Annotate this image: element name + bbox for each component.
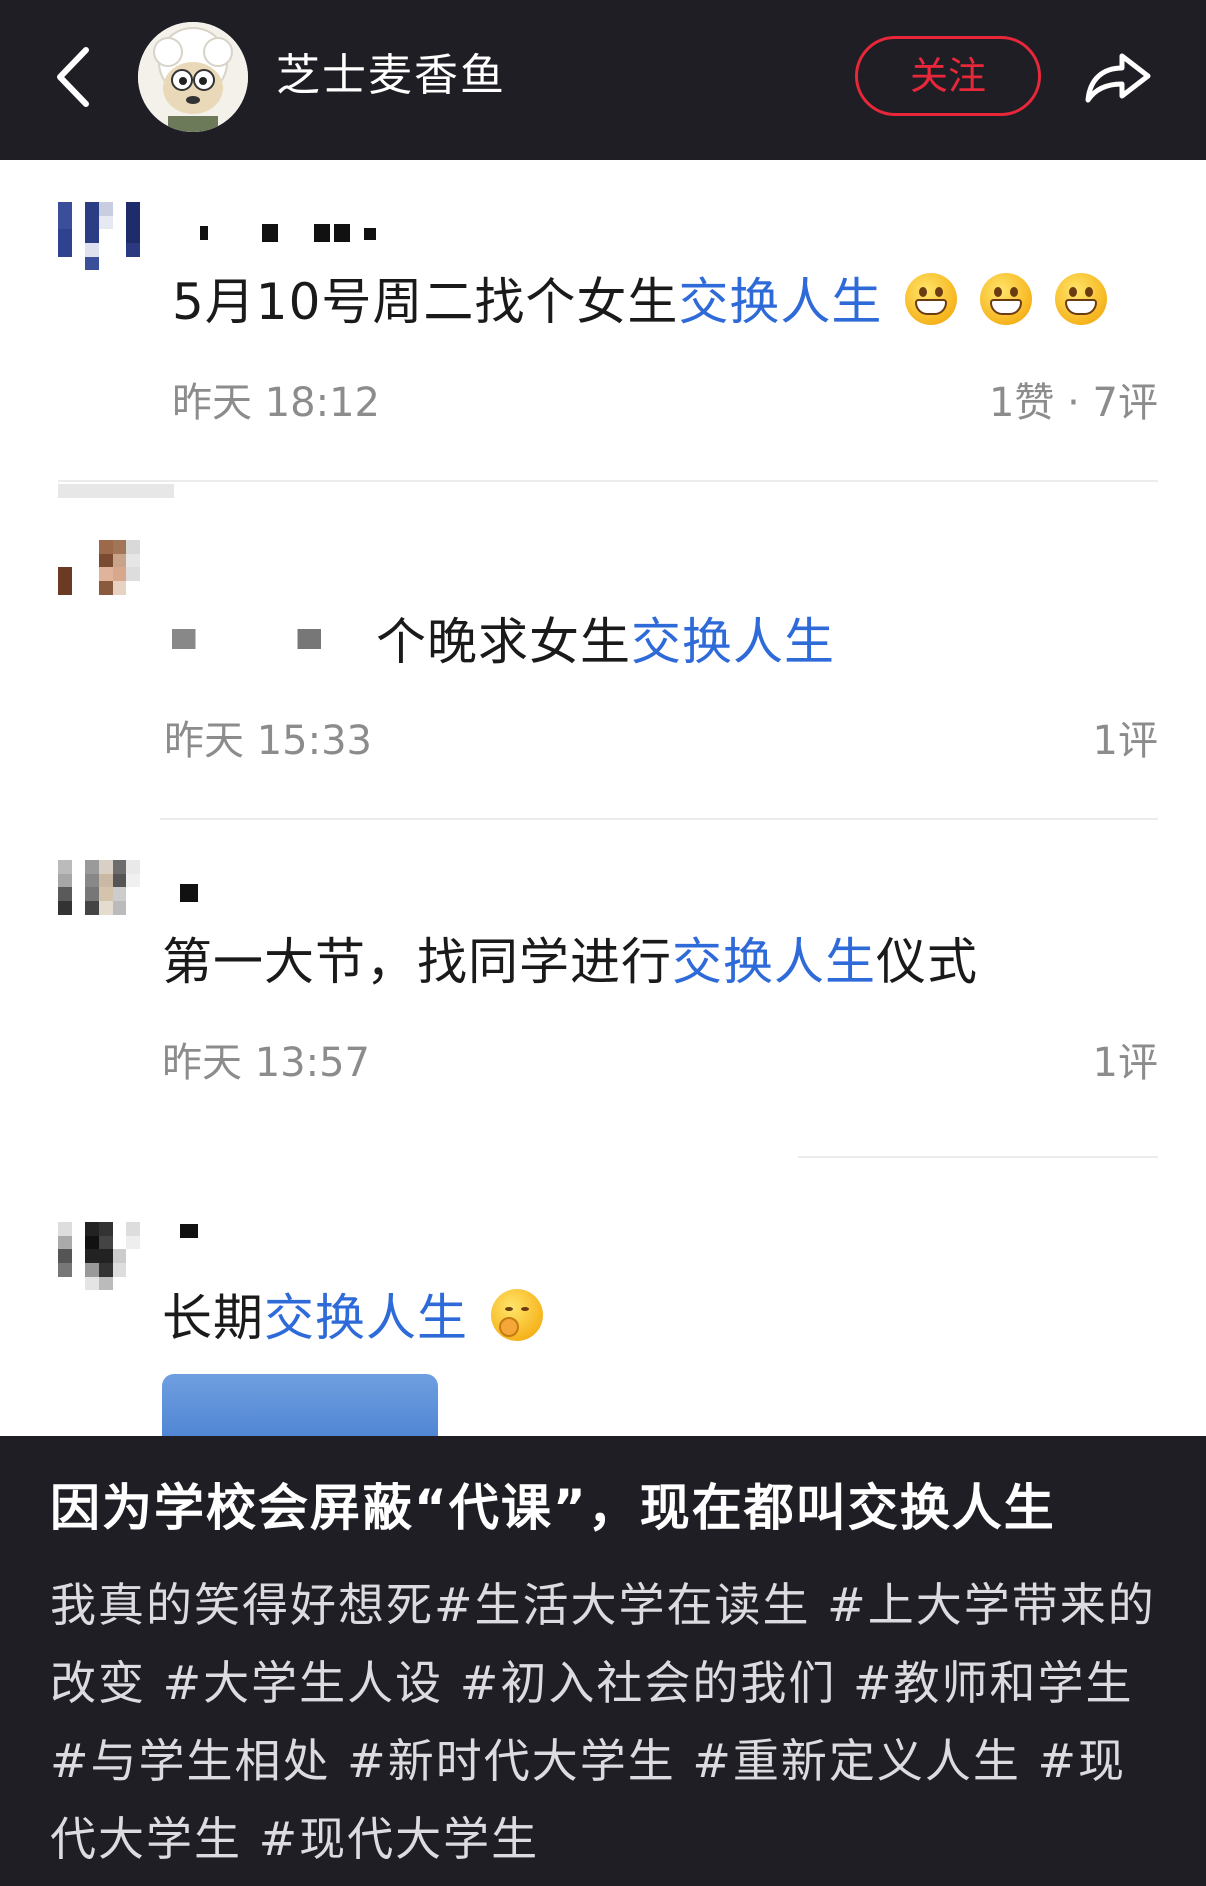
- blurred-avatar: [58, 540, 140, 622]
- post-stats[interactable]: 1赞 · 7评: [989, 378, 1158, 428]
- highlight-keyword: 交换人生: [678, 273, 883, 331]
- post-item[interactable]: 个晚求女生交换人生 昨天 15:33 1评: [0, 500, 1206, 820]
- blurred-username: [180, 884, 198, 902]
- hugging-face-icon: [490, 1289, 543, 1341]
- grinning-face-icon: [1055, 273, 1108, 325]
- post-caption: 因为学校会屏蔽“代课”，现在都叫交换人生 我真的笑得好想死#生活大学在读生 #上…: [0, 1436, 1206, 1886]
- post-time: 昨天 13:57: [162, 1040, 370, 1086]
- blurred-avatar: [58, 1222, 140, 1304]
- divider: [58, 480, 1158, 482]
- author-avatar[interactable]: [138, 22, 248, 132]
- back-icon[interactable]: [50, 44, 96, 110]
- caption-body: 我真的笑得好想死#生活大学在读生 #上大学带来的改变 #大学生人设 #初入社会的…: [50, 1578, 1156, 1866]
- post-text: 长期交换人生: [162, 1286, 543, 1350]
- share-icon[interactable]: [1082, 46, 1154, 106]
- embedded-screenshot: 5月10号周二找个女生交换人生 昨天 18:12 1赞 · 7评 个晚求女生交换…: [0, 160, 1206, 1436]
- divider: [798, 1156, 1158, 1158]
- post-text: 第一大节，找同学进行交换人生仪式: [162, 933, 978, 991]
- highlight-keyword: 交换人生: [264, 1289, 468, 1347]
- grinning-face-icon: [980, 273, 1033, 325]
- post-time: 昨天 18:12: [172, 380, 380, 426]
- sheep-avatar-icon: [138, 22, 248, 132]
- caption-title: 因为学校会屏蔽“代课”，现在都叫交换人生: [50, 1479, 1056, 1537]
- highlight-keyword: 交换人生: [631, 613, 835, 671]
- blurred-avatar: [58, 860, 140, 942]
- post-stats[interactable]: 1评: [1093, 716, 1158, 766]
- post-item[interactable]: 第一大节，找同学进行交换人生仪式 昨天 13:57 1评: [0, 820, 1206, 1140]
- top-nav-bar: 芝士麦香鱼 关注: [0, 0, 1206, 160]
- post-photo-thumbnail[interactable]: [162, 1374, 438, 1436]
- post-text: 个晚求女生交换人生: [172, 610, 835, 674]
- blurred-username: [180, 1224, 198, 1238]
- blurred-avatar: [58, 202, 140, 284]
- author-name[interactable]: 芝士麦香鱼: [276, 46, 506, 106]
- post-item[interactable]: 5月10号周二找个女生交换人生 昨天 18:12 1赞 · 7评: [0, 160, 1206, 482]
- grinning-face-icon: [905, 273, 958, 325]
- follow-button[interactable]: 关注: [855, 36, 1041, 116]
- post-time: 昨天 15:33: [164, 718, 372, 764]
- blurred-username: [200, 224, 376, 242]
- blurred-strip: [58, 484, 174, 498]
- blurred-text: [172, 629, 368, 649]
- highlight-keyword: 交换人生: [672, 933, 876, 991]
- post-stats[interactable]: 1评: [1093, 1038, 1158, 1088]
- post-text: 5月10号周二找个女生交换人生: [172, 270, 1108, 334]
